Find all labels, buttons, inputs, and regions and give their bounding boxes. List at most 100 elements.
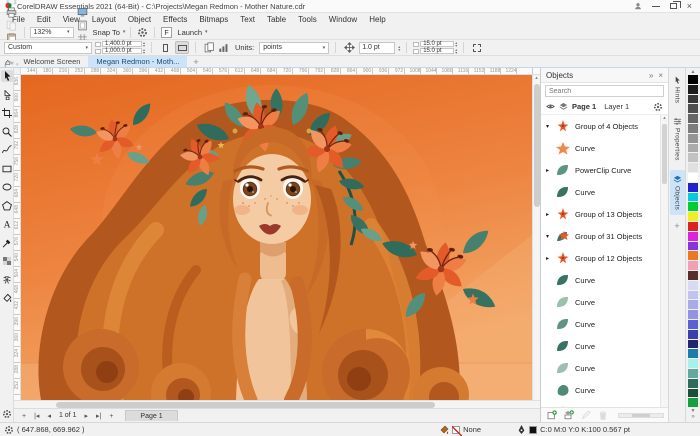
- nudge-stepper[interactable]: ▴▾: [398, 45, 400, 51]
- object-row-6[interactable]: ▸Group of 12 Objects: [541, 247, 668, 269]
- object-row-1[interactable]: Curve: [541, 137, 668, 159]
- menu-help[interactable]: Help: [363, 15, 391, 24]
- color-swatch-33[interactable]: [688, 398, 698, 408]
- add-page-after-button[interactable]: +: [105, 413, 117, 420]
- object-row-4[interactable]: ▸Group of 13 Objects: [541, 203, 668, 225]
- objects-scroll-thumb[interactable]: [662, 124, 667, 184]
- redo-button[interactable]: ▾: [4, 58, 19, 71]
- color-swatch-27[interactable]: [688, 340, 698, 350]
- status-gear-icon[interactable]: [4, 425, 14, 435]
- docker-tab-objects[interactable]: Objects: [670, 170, 685, 215]
- horizontal-scroll-thumb[interactable]: [56, 402, 435, 408]
- copy-button[interactable]: [4, 19, 19, 32]
- expand-right-icon[interactable]: ▸: [544, 167, 551, 174]
- color-swatch-6[interactable]: [688, 134, 698, 144]
- layers-icon[interactable]: [559, 102, 568, 111]
- portrait-button[interactable]: [158, 41, 172, 54]
- object-row-13[interactable]: Curve: [541, 401, 668, 407]
- object-row-0[interactable]: ▾Group of 4 Objects: [541, 115, 668, 137]
- document-tab-1[interactable]: Megan Redmon - Moth...: [88, 56, 187, 67]
- first-page-button[interactable]: |◂: [30, 413, 43, 420]
- color-swatch-31[interactable]: [688, 379, 698, 389]
- color-swatch-25[interactable]: [688, 320, 698, 330]
- menu-object[interactable]: Object: [122, 15, 157, 24]
- ellipse-tool[interactable]: [1, 181, 13, 193]
- units-select[interactable]: points ▾: [259, 42, 329, 54]
- objects-search-input[interactable]: [545, 85, 664, 97]
- color-swatch-0[interactable]: [688, 75, 698, 85]
- menu-tools[interactable]: Tools: [292, 15, 323, 24]
- color-swatch-11[interactable]: [688, 183, 698, 193]
- menu-window[interactable]: Window: [323, 15, 363, 24]
- delete-button[interactable]: [596, 409, 609, 422]
- object-row-10[interactable]: Curve: [541, 335, 668, 357]
- color-swatch-1[interactable]: [688, 85, 698, 95]
- color-swatch-13[interactable]: [688, 202, 698, 212]
- account-icon[interactable]: [634, 2, 642, 10]
- close-button[interactable]: ×: [687, 2, 692, 11]
- new-tab-button[interactable]: +: [187, 57, 204, 67]
- docker-tab-hints[interactable]: Hints: [670, 71, 685, 108]
- color-swatch-8[interactable]: [688, 153, 698, 163]
- color-swatch-7[interactable]: [688, 144, 698, 154]
- crop-tool[interactable]: [1, 107, 13, 119]
- color-swatch-9[interactable]: [688, 163, 698, 173]
- fill-status-block[interactable]: None: [439, 425, 481, 435]
- color-swatch-14[interactable]: [688, 212, 698, 222]
- options-gear-button[interactable]: [136, 26, 149, 39]
- visibility-icon[interactable]: [546, 102, 555, 111]
- color-swatch-16[interactable]: [688, 232, 698, 242]
- restore-button[interactable]: [670, 3, 677, 9]
- rectangle-tool[interactable]: [1, 163, 13, 175]
- menu-bitmaps[interactable]: Bitmaps: [193, 15, 234, 24]
- interactive-fill-tool[interactable]: [1, 292, 13, 304]
- minimize-button[interactable]: [652, 6, 660, 7]
- object-row-5[interactable]: ▾Group of 31 Objects: [541, 225, 668, 247]
- objects-scrollbar[interactable]: ▴: [660, 115, 668, 407]
- layer-options-gear-icon[interactable]: [653, 102, 663, 112]
- horizontal-ruler[interactable]: 1441802162522883243603964324685045405766…: [14, 68, 540, 75]
- canvas-vertical-scrollbar[interactable]: ▴: [532, 75, 540, 400]
- duplicate-y-input[interactable]: 15.0 pt: [420, 48, 454, 54]
- color-swatch-5[interactable]: [688, 124, 698, 134]
- nudge-distance-input[interactable]: 1.0 pt: [359, 42, 395, 54]
- menu-table[interactable]: Table: [261, 15, 292, 24]
- fullscreen-preview-button[interactable]: [76, 6, 89, 19]
- launch-dropdown[interactable]: Launch ▾: [175, 26, 207, 39]
- object-row-7[interactable]: Curve: [541, 269, 668, 291]
- color-swatch-21[interactable]: [688, 281, 698, 291]
- zoom-tool[interactable]: [1, 126, 13, 138]
- vertical-scroll-thumb[interactable]: [534, 84, 540, 208]
- menu-effects[interactable]: Effects: [157, 15, 193, 24]
- toolbox-customize-button[interactable]: [1, 408, 13, 420]
- landscape-button[interactable]: [175, 41, 189, 54]
- page-height-input[interactable]: 1,000.0 pt: [102, 48, 142, 54]
- color-swatch-30[interactable]: [688, 369, 698, 379]
- menu-layout[interactable]: Layout: [86, 15, 122, 24]
- all-pages-button[interactable]: [202, 41, 216, 54]
- scroll-up-icon[interactable]: ▴: [663, 115, 666, 122]
- color-swatch-18[interactable]: [688, 251, 698, 261]
- bounding-box-options-button[interactable]: [470, 41, 484, 54]
- expand-right-icon[interactable]: ▸: [544, 255, 551, 262]
- page-width-input[interactable]: 1,400.0 pt: [102, 41, 142, 47]
- color-swatch-24[interactable]: [688, 310, 698, 320]
- menu-text[interactable]: Text: [234, 15, 261, 24]
- duplicate-y-stepper[interactable]: ▴▾: [455, 48, 457, 54]
- page-height-stepper[interactable]: ▴▾: [143, 48, 145, 54]
- color-swatch-3[interactable]: [688, 104, 698, 114]
- menu-edit[interactable]: Edit: [31, 15, 57, 24]
- new-master-layer-button[interactable]: [562, 409, 575, 422]
- launch-app-button[interactable]: F: [160, 26, 173, 39]
- scroll-up-icon[interactable]: ▴: [535, 75, 538, 82]
- document-tab-0[interactable]: Welcome Screen: [15, 56, 88, 67]
- new-layer-button[interactable]: [545, 409, 558, 422]
- outline-status-block[interactable]: C:0 M:0 Y:0 K:100 0.567 pt: [517, 425, 630, 435]
- color-swatch-23[interactable]: [688, 300, 698, 310]
- docker-close-icon[interactable]: ×: [658, 71, 663, 80]
- dock-collapse-icon[interactable]: »: [649, 71, 653, 80]
- last-page-button[interactable]: ▸|: [92, 413, 105, 420]
- mesh-fill-tool[interactable]: [1, 274, 13, 286]
- docker-tab-properties[interactable]: Properties: [670, 112, 685, 166]
- save-button[interactable]: [4, 0, 19, 6]
